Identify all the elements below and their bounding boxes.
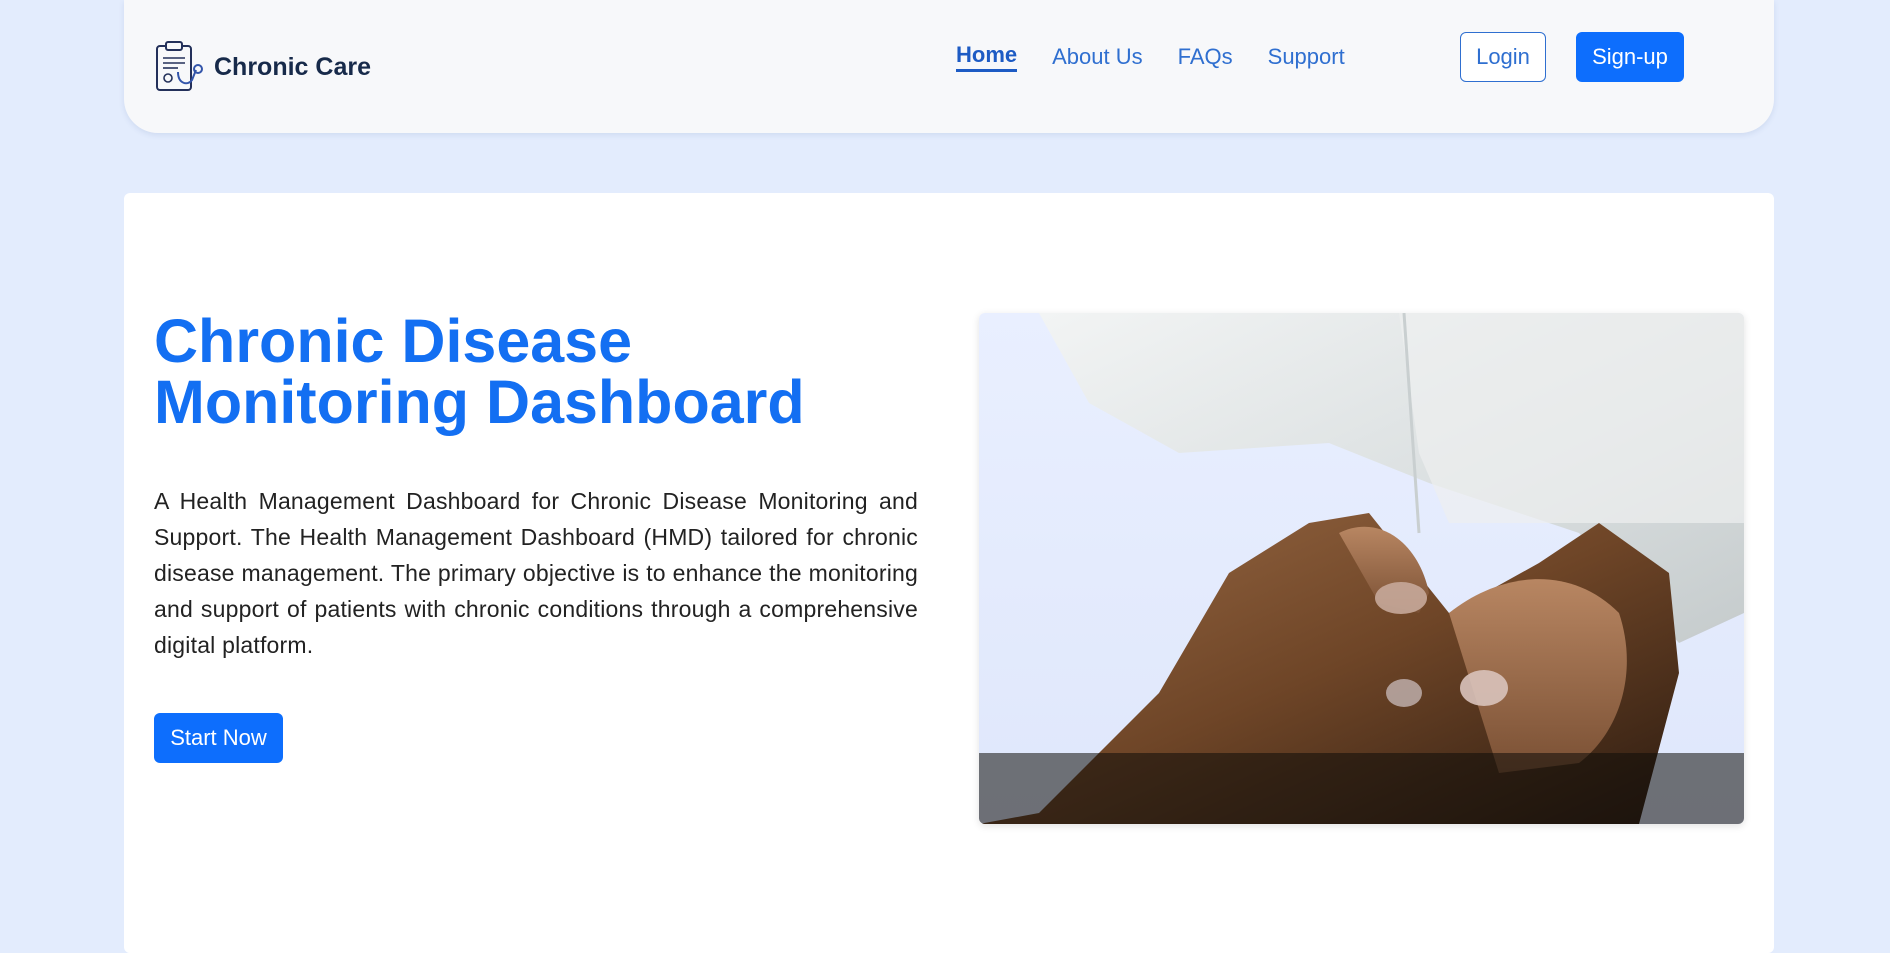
hero-title-line-2: Monitoring Dashboard bbox=[154, 368, 805, 436]
login-button[interactable]: Login bbox=[1460, 32, 1546, 82]
main-nav: Home About Us FAQs Support bbox=[956, 40, 1380, 74]
hero-title-line-1: Chronic Disease bbox=[154, 307, 633, 375]
start-now-button[interactable]: Start Now bbox=[154, 713, 283, 763]
nav-faqs[interactable]: FAQs bbox=[1178, 44, 1233, 70]
hands-holding-photo bbox=[979, 313, 1744, 824]
nav-about-us[interactable]: About Us bbox=[1052, 44, 1143, 70]
nav-support[interactable]: Support bbox=[1268, 44, 1345, 70]
signup-button[interactable]: Sign-up bbox=[1576, 32, 1684, 82]
nav-home[interactable]: Home bbox=[956, 42, 1018, 72]
clipboard-stethoscope-icon bbox=[154, 40, 206, 94]
brand-name: Chronic Care bbox=[214, 52, 371, 81]
top-navbar: Chronic Care Home About Us FAQs Support … bbox=[124, 0, 1774, 133]
hero-description: A Health Management Dashboard for Chroni… bbox=[154, 488, 918, 658]
hero-section: Chronic Disease Monitoring Dashboard A H… bbox=[124, 193, 1774, 953]
brand[interactable]: Chronic Care bbox=[154, 40, 371, 94]
hero-title: Chronic Disease Monitoring Dashboard bbox=[154, 311, 854, 433]
